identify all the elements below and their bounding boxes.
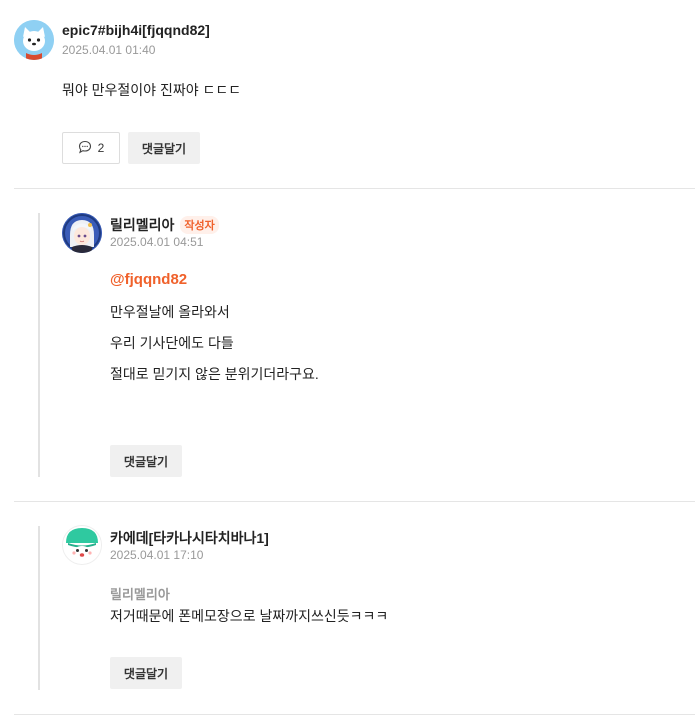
reply-button[interactable]: 댓글달기 xyxy=(110,657,182,689)
reply-item: 카에데[타카나시타치바나1] 2025.04.01 17:10 릴리멜리아 저거… xyxy=(40,502,695,714)
reply-count: 2 xyxy=(97,141,105,155)
reply-date: 2025.04.01 17:10 xyxy=(110,548,204,562)
reply-item: 릴리멜리아 작성자 2025.04.01 04:51 @fjqqnd82 만우절날… xyxy=(40,189,695,501)
white-haired-character-icon[interactable] xyxy=(62,213,102,253)
comment-item: epic7#bijh4i[fjqqnd82] 2025.04.01 01:40 … xyxy=(0,0,695,188)
reply-line-2: 우리 기사단에도 다들 xyxy=(110,335,234,351)
speech-bubble-icon xyxy=(78,140,92,157)
author-badge: 작성자 xyxy=(180,216,219,234)
reply-date: 2025.04.01 04:51 xyxy=(110,235,204,249)
comment-author[interactable]: epic7#bijh4i[fjqqnd82] xyxy=(62,22,210,38)
quoted-user[interactable]: 릴리멜리아 xyxy=(110,584,170,603)
reply-count-button[interactable]: 2 xyxy=(62,132,120,164)
reply-author[interactable]: 릴리멜리아 작성자 xyxy=(110,215,219,235)
green-slime-mascot-icon[interactable] xyxy=(62,525,102,565)
reply-line-3: 절대로 믿기지 않은 분위기더라구요. xyxy=(110,366,319,382)
reply-text: 저거때문에 폰메모장으로 날짜까지쓰신듯ㅋㅋㅋ xyxy=(110,608,389,624)
mention-link[interactable]: @fjqqnd82 xyxy=(110,271,187,288)
reply-button[interactable]: 댓글달기 xyxy=(110,445,182,477)
divider xyxy=(14,714,695,715)
reply-button[interactable]: 댓글달기 xyxy=(128,132,200,164)
reply-author-name: 릴리멜리아 xyxy=(110,217,175,233)
white-dog-mascot-icon[interactable] xyxy=(14,20,54,60)
comment-date: 2025.04.01 01:40 xyxy=(62,43,156,57)
comment-text: 뭐야 만우절이야 진짜야 ㄷㄷㄷ xyxy=(62,82,242,98)
reply-line-1: 만우절날에 올라와서 xyxy=(110,304,230,320)
reply-author[interactable]: 카에데[타카나시타치바나1] xyxy=(110,528,269,548)
